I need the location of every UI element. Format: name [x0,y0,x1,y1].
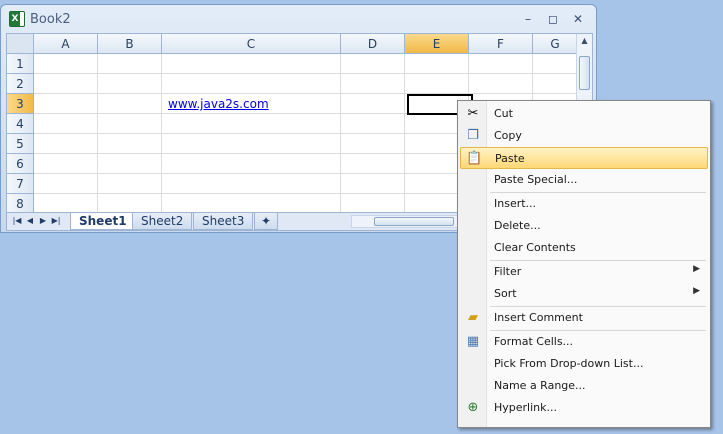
minimize-button[interactable]: – [520,12,536,26]
menu-item-delete[interactable]: Delete... [460,215,708,237]
menu-item-paste[interactable]: 📋 Paste [460,147,708,169]
submenu-arrow-icon: ▶ [693,286,700,296]
cell-c3-hyperlink[interactable]: www.java2s.com [168,97,269,111]
paste-icon: 📋 [466,151,483,166]
scroll-up-icon[interactable]: ▲ [579,36,590,50]
title-bar[interactable]: Book2 – ◻ ✕ [1,5,596,33]
comment-icon: ▰ [468,310,478,325]
menu-item-copy[interactable]: ❐ Copy [460,125,708,147]
window-title: Book2 [30,12,71,27]
column-header-a[interactable]: A [34,34,98,54]
prev-sheet-icon[interactable]: ◀ [25,215,35,227]
row-header-4[interactable]: 4 [7,114,34,134]
restore-button[interactable]: ◻ [545,12,561,26]
menu-item-format-cells[interactable]: ▦ Format Cells... [460,331,708,353]
row-header-2[interactable]: 2 [7,74,34,94]
row-header-5[interactable]: 5 [7,134,34,154]
horizontal-scroll-thumb[interactable] [374,217,454,226]
tab-sheet1[interactable]: Sheet1 [70,213,136,230]
next-sheet-icon[interactable]: ▶ [38,215,48,227]
context-menu: ✂ Cut ❐ Copy 📋 Paste Paste Special... In… [457,100,711,428]
row-header-8[interactable]: 8 [7,194,34,212]
close-button[interactable]: ✕ [570,12,586,26]
vertical-scroll-thumb[interactable] [579,56,590,90]
gridline [34,73,576,74]
excel-icon[interactable] [9,11,25,27]
last-sheet-icon[interactable]: ▶| [51,215,61,227]
column-header-f[interactable]: F [469,34,533,54]
copy-icon: ❐ [467,128,479,143]
menu-item-cut[interactable]: ✂ Cut [460,103,708,125]
row-header-1[interactable]: 1 [7,54,34,74]
select-all-corner[interactable] [7,34,34,54]
column-header-e[interactable]: E [405,34,469,54]
insert-sheet-icon[interactable]: ✦ [254,213,278,230]
column-header-b[interactable]: B [98,34,162,54]
menu-item-clear-contents[interactable]: Clear Contents [460,237,708,259]
menu-item-pick-from-list[interactable]: Pick From Drop-down List... [460,353,708,375]
tab-sheet2[interactable]: Sheet2 [132,213,193,230]
tab-sheet3[interactable]: Sheet3 [193,213,254,230]
gridline [34,93,576,94]
menu-item-hyperlink[interactable]: ⊕ Hyperlink... [460,397,708,419]
row-header-6[interactable]: 6 [7,154,34,174]
hyperlink-icon: ⊕ [467,400,479,415]
menu-item-insert-comment[interactable]: ▰ Insert Comment [460,307,708,329]
column-header-d[interactable]: D [341,34,405,54]
menu-item-insert[interactable]: Insert... [460,193,708,215]
menu-item-sort[interactable]: Sort ▶ [460,283,708,305]
horizontal-scrollbar[interactable] [351,215,463,228]
menu-item-name-a-range[interactable]: Name a Range... [460,375,708,397]
row-header-3[interactable]: 3 [7,94,34,114]
column-header-c[interactable]: C [162,34,341,54]
column-header-g[interactable]: G [533,34,578,54]
row-header-7[interactable]: 7 [7,174,34,194]
format-cells-icon: ▦ [466,334,480,349]
menu-item-filter[interactable]: Filter ▶ [460,261,708,283]
scissors-icon: ✂ [467,106,479,121]
first-sheet-icon[interactable]: |◀ [12,215,22,227]
menu-item-paste-special[interactable]: Paste Special... [460,169,708,191]
submenu-arrow-icon: ▶ [693,264,700,274]
